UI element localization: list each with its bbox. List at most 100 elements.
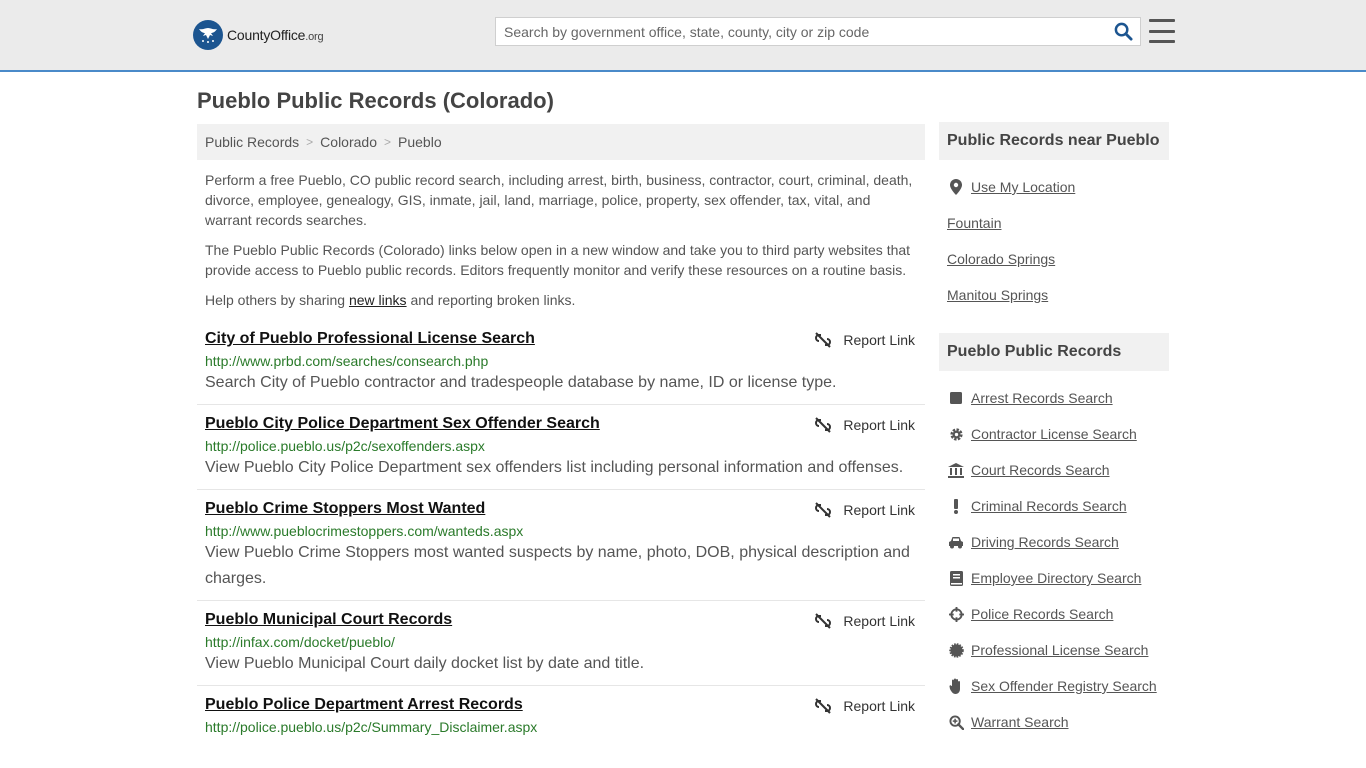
report-link-button[interactable]: Report Link xyxy=(815,417,915,433)
courthouse-icon xyxy=(947,462,965,478)
report-link-label: Report Link xyxy=(843,613,915,629)
result-description: Search City of Pueblo contractor and tra… xyxy=(205,374,837,391)
sidebar-near-list: Use My Location Fountain Colorado Spring… xyxy=(947,169,1177,313)
intro-paragraph-2: The Pueblo Public Records (Colorado) lin… xyxy=(205,242,911,278)
colorado-springs-link[interactable]: Colorado Springs xyxy=(947,251,1055,267)
sidebar-item-contractor: Contractor License Search xyxy=(947,416,1177,452)
sidebar-item-fountain: Fountain xyxy=(947,205,1177,241)
contractor-license-link[interactable]: Contractor License Search xyxy=(971,426,1137,442)
broken-link-icon xyxy=(815,502,832,518)
use-my-location-link[interactable]: Use My Location xyxy=(971,179,1075,195)
sex-offender-registry-link[interactable]: Sex Offender Registry Search xyxy=(971,678,1157,694)
badge-icon xyxy=(947,642,965,658)
manitou-springs-link[interactable]: Manitou Springs xyxy=(947,287,1048,303)
sidebar-item-colorado-springs: Colorado Springs xyxy=(947,241,1177,277)
professional-license-link[interactable]: Professional License Search xyxy=(971,642,1148,658)
warrant-search-link[interactable]: Warrant Search xyxy=(971,714,1069,730)
sidebar-item-professional: Professional License Search xyxy=(947,632,1177,668)
breadcrumb-public-records[interactable]: Public Records xyxy=(205,134,299,150)
search-bar xyxy=(495,17,1141,46)
sidebar-item-sex-offender: Sex Offender Registry Search xyxy=(947,668,1177,704)
site-header: CountyOffice.org xyxy=(0,0,1366,72)
sidebar-item-court: Court Records Search xyxy=(947,452,1177,488)
search-icon xyxy=(1114,22,1133,41)
intro-paragraph-1: Perform a free Pueblo, CO public record … xyxy=(205,172,913,228)
sidebar-item-warrant: Warrant Search xyxy=(947,704,1177,740)
result-url: http://police.pueblo.us/p2c/sexoffenders… xyxy=(205,438,485,454)
hamburger-menu-icon[interactable] xyxy=(1149,19,1175,43)
sidebar-item-manitou-springs: Manitou Springs xyxy=(947,277,1177,313)
sidebar-item-employee: Employee Directory Search xyxy=(947,560,1177,596)
intro-text: and reporting broken links. xyxy=(406,292,576,308)
breadcrumb: Public Records > Colorado > Pueblo xyxy=(197,124,925,160)
sidebar-item-use-my-location: Use My Location xyxy=(947,169,1177,205)
sidebar-item-arrest: Arrest Records Search xyxy=(947,380,1177,416)
result-description: View Pueblo Crime Stoppers most wanted s… xyxy=(205,544,910,587)
square-icon xyxy=(947,390,965,406)
result-title-link[interactable]: Pueblo Crime Stoppers Most Wanted xyxy=(205,500,485,518)
broken-link-icon xyxy=(815,417,832,433)
result-url: http://www.prbd.com/searches/consearch.p… xyxy=(205,353,489,369)
car-icon xyxy=(947,534,965,550)
broken-link-icon xyxy=(815,698,832,714)
intro-text: Help others by sharing xyxy=(205,292,349,308)
report-link-button[interactable]: Report Link xyxy=(815,502,915,518)
result-item: Pueblo Crime Stoppers Most Wanted Report… xyxy=(197,490,925,601)
fountain-link[interactable]: Fountain xyxy=(947,215,1001,231)
result-item: City of Pueblo Professional License Sear… xyxy=(197,320,925,405)
report-link-button[interactable]: Report Link xyxy=(815,613,915,629)
logo-text: CountyOffice.org xyxy=(227,27,324,43)
breadcrumb-separator-icon: > xyxy=(306,135,314,149)
search-button[interactable] xyxy=(1106,18,1140,45)
breadcrumb-pueblo[interactable]: Pueblo xyxy=(398,134,442,150)
report-link-label: Report Link xyxy=(843,417,915,433)
sidebar-item-driving: Driving Records Search xyxy=(947,524,1177,560)
sidebar-item-criminal: Criminal Records Search xyxy=(947,488,1177,524)
broken-link-icon xyxy=(815,613,832,629)
page-title: Pueblo Public Records (Colorado) xyxy=(197,88,554,113)
result-url: http://www.pueblocrimestoppers.com/wante… xyxy=(205,523,524,539)
report-link-label: Report Link xyxy=(843,698,915,714)
result-description: View Pueblo City Police Department sex o… xyxy=(205,459,904,476)
report-link-button[interactable]: Report Link xyxy=(815,332,915,348)
book-icon xyxy=(947,570,965,586)
result-title-link[interactable]: City of Pueblo Professional License Sear… xyxy=(205,330,535,348)
criminal-records-link[interactable]: Criminal Records Search xyxy=(971,498,1127,514)
logo-suffix: .org xyxy=(305,31,324,43)
report-link-label: Report Link xyxy=(843,332,915,348)
court-records-link[interactable]: Court Records Search xyxy=(971,462,1110,478)
eagle-logo-icon xyxy=(193,20,223,50)
broken-link-icon xyxy=(815,332,832,348)
employee-directory-link[interactable]: Employee Directory Search xyxy=(971,570,1141,586)
gear-icon xyxy=(947,426,965,442)
result-title-link[interactable]: Pueblo City Police Department Sex Offend… xyxy=(205,415,600,433)
result-item: Pueblo City Police Department Sex Offend… xyxy=(197,405,925,490)
result-title-link[interactable]: Pueblo Municipal Court Records xyxy=(205,611,452,629)
arrest-records-link[interactable]: Arrest Records Search xyxy=(971,390,1113,406)
exclamation-icon xyxy=(947,498,965,514)
new-links-link[interactable]: new links xyxy=(349,292,407,308)
sidebar-heading-near: Public Records near Pueblo xyxy=(939,122,1169,160)
crosshair-icon xyxy=(947,606,965,622)
sidebar-records-list: Arrest Records Search Contractor License… xyxy=(947,380,1177,740)
result-item: Pueblo Municipal Court Records Report Li… xyxy=(197,601,925,686)
hand-icon xyxy=(947,678,965,694)
result-url: http://infax.com/docket/pueblo/ xyxy=(205,634,395,650)
magnifier-plus-icon xyxy=(947,714,965,730)
report-link-button[interactable]: Report Link xyxy=(815,698,915,714)
results-list: City of Pueblo Professional License Sear… xyxy=(197,320,925,743)
breadcrumb-colorado[interactable]: Colorado xyxy=(320,134,377,150)
result-description: View Pueblo Municipal Court daily docket… xyxy=(205,655,645,672)
driving-records-link[interactable]: Driving Records Search xyxy=(971,534,1119,550)
sidebar-heading-records: Pueblo Public Records xyxy=(939,333,1169,371)
police-records-link[interactable]: Police Records Search xyxy=(971,606,1113,622)
report-link-label: Report Link xyxy=(843,502,915,518)
site-logo[interactable]: CountyOffice.org xyxy=(193,20,324,50)
result-item: Pueblo Police Department Arrest Records … xyxy=(197,686,925,743)
logo-name: CountyOffice xyxy=(227,27,306,43)
location-pin-icon xyxy=(947,179,965,195)
search-input[interactable] xyxy=(496,18,1106,45)
result-title-link[interactable]: Pueblo Police Department Arrest Records xyxy=(205,696,523,714)
breadcrumb-separator-icon: > xyxy=(384,135,392,149)
sidebar-item-police: Police Records Search xyxy=(947,596,1177,632)
